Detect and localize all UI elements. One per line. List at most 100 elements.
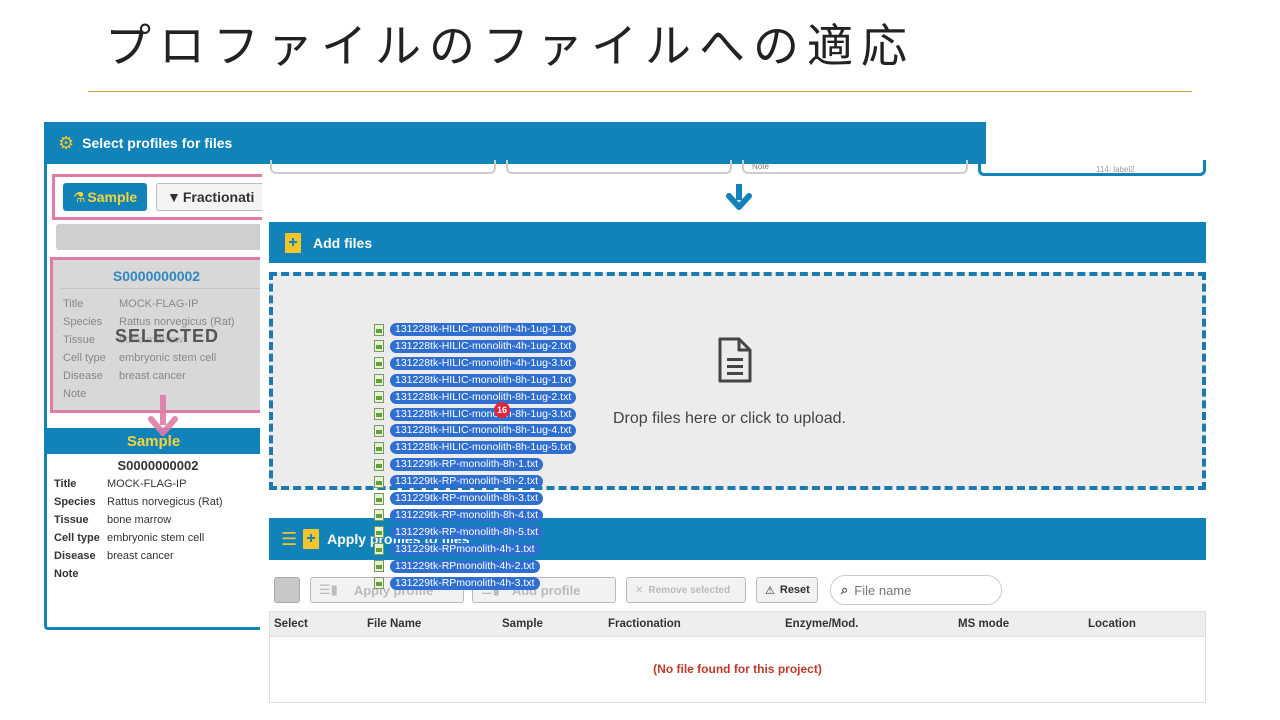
dragged-file-name: 131228tk-HILIC-monolith-8h-1ug-5.txt bbox=[390, 441, 577, 455]
dragged-file-name: 131229tk-RP-monolith-8h-4.txt bbox=[390, 508, 543, 522]
column-header[interactable]: Enzyme/Mod. bbox=[785, 618, 858, 630]
text-file-icon bbox=[374, 408, 384, 420]
drag-count-badge: 16 bbox=[494, 402, 510, 418]
select-profiles-title: Select profiles for files bbox=[82, 135, 233, 151]
column-header[interactable]: Location bbox=[1088, 618, 1136, 630]
detail-field-tissue: Tissue bone marrow bbox=[54, 514, 172, 526]
dragged-file-item: 131228tk-HILIC-monolith-4h-1ug-1.txt bbox=[374, 322, 577, 337]
file-name-search[interactable]: ⌕ File name bbox=[830, 575, 1002, 605]
column-header[interactable]: Fractionation bbox=[608, 618, 681, 630]
profile-box-1 bbox=[270, 160, 496, 174]
column-header[interactable]: File Name bbox=[367, 618, 421, 630]
text-file-icon bbox=[374, 340, 384, 353]
selected-overlay-label: SELECTED bbox=[115, 326, 220, 346]
text-file-icon bbox=[374, 475, 384, 488]
dragged-file-name: 131228tk-HILIC-monolith-8h-1ug-3.txt bbox=[390, 407, 577, 421]
text-file-icon bbox=[374, 357, 384, 370]
slide-title: プロファイルのファイルへの適応 bbox=[105, 19, 915, 73]
title-divider bbox=[88, 91, 1192, 92]
arrow-down-icon bbox=[148, 395, 178, 436]
tab-sample[interactable]: ⚗ Sample bbox=[63, 183, 147, 211]
document-icon bbox=[718, 337, 752, 383]
close-icon: ✕ bbox=[635, 584, 644, 596]
text-file-icon bbox=[374, 526, 384, 539]
arrow-down-icon bbox=[726, 184, 752, 210]
add-files-header: Add files bbox=[269, 222, 1206, 263]
note-label: Note bbox=[752, 162, 769, 171]
list-icon: ☰ bbox=[281, 528, 298, 549]
reset-button[interactable]: ⚠ Reset bbox=[756, 577, 818, 603]
dragged-file-name: 131228tk-HILIC-monolith-8h-1ug-4.txt bbox=[390, 424, 577, 438]
dragged-file-name: 131229tk-RPmonolith-4h-2.txt bbox=[390, 559, 540, 573]
dragged-file-item: 131228tk-HILIC-monolith-8h-1ug-1.txt bbox=[374, 373, 577, 388]
tab-fractionation[interactable]: ▼ Fractionati bbox=[156, 183, 262, 211]
dragged-file-name: 131229tk-RPmonolith-4h-1.txt bbox=[390, 542, 540, 556]
add-file-icon bbox=[285, 232, 301, 253]
text-file-icon bbox=[374, 560, 384, 573]
dragged-file-item: 131229tk-RP-monolith-8h-2.txt bbox=[374, 474, 543, 489]
table-header: Select File Name Sample Fractionation En… bbox=[270, 612, 1205, 637]
label-text: 114: label2 bbox=[1096, 165, 1135, 174]
filter-icon: ▼ bbox=[167, 189, 181, 205]
dragged-file-item: 131229tk-RP-monolith-8h-3.txt bbox=[374, 491, 543, 506]
detail-field-title: Title MOCK-FLAG-IP bbox=[54, 478, 187, 490]
dragged-file-item: 131228tk-HILIC-monolith-8h-1ug-2.txt bbox=[374, 390, 577, 405]
dragged-file-name: 131229tk-RP-monolith-8h-5.txt bbox=[390, 525, 543, 539]
dragged-file-item: 131229tk-RPmonolith-4h-3.txt bbox=[374, 576, 540, 591]
drop-zone-text: Drop files here or click to upload. bbox=[613, 410, 846, 427]
text-file-icon bbox=[374, 458, 384, 471]
select-all-button[interactable] bbox=[274, 577, 300, 603]
dragged-file-item: 131229tk-RP-monolith-8h-1.txt bbox=[374, 457, 543, 472]
text-file-icon bbox=[374, 441, 384, 454]
files-table: Select File Name Sample Fractionation En… bbox=[269, 611, 1206, 703]
column-header[interactable]: Select bbox=[274, 618, 308, 630]
dragged-file-name: 131229tk-RPmonolith-4h-3.txt bbox=[390, 576, 540, 590]
selected-sample-id: S0000000002 bbox=[112, 268, 201, 284]
dragged-file-name: 131228tk-HILIC-monolith-4h-1ug-2.txt bbox=[390, 339, 577, 353]
dragged-file-name: 131228tk-HILIC-monolith-8h-1ug-1.txt bbox=[390, 373, 577, 387]
text-file-icon bbox=[374, 543, 384, 556]
dragged-file-item: 131229tk-RPmonolith-4h-1.txt bbox=[374, 542, 540, 557]
flask-icon: ⚗ bbox=[72, 188, 86, 205]
card-divider bbox=[61, 288, 260, 289]
text-file-icon bbox=[374, 374, 384, 387]
search-icon: ⌕ bbox=[841, 582, 849, 597]
column-header[interactable]: MS mode bbox=[958, 618, 1009, 630]
add-files-title: Add files bbox=[313, 234, 373, 251]
select-profiles-header: ⚙ Select profiles for files bbox=[44, 122, 986, 164]
dragged-file-item: 131228tk-HILIC-monolith-8h-1ug-4.txt bbox=[374, 423, 577, 438]
profile-box-3 bbox=[742, 160, 968, 174]
card-field-title: Title MOCK-FLAG-IP bbox=[63, 298, 199, 310]
detail-field-note: Note bbox=[54, 568, 79, 580]
profile-box-2 bbox=[506, 160, 732, 174]
text-file-icon bbox=[374, 391, 384, 404]
dragged-file-item: 131228tk-HILIC-monolith-4h-1ug-2.txt bbox=[374, 339, 577, 354]
reset-label: Reset bbox=[779, 584, 810, 596]
tab-sample-label: Sample bbox=[87, 189, 138, 205]
empty-table-message: (No file found for this project) bbox=[653, 662, 822, 676]
remove-selected-button[interactable]: ✕ Remove selected bbox=[626, 577, 746, 603]
detail-field-species: Species Rattus norvegicus (Rat) bbox=[54, 496, 223, 508]
gears-icon: ⚙ bbox=[58, 132, 75, 153]
profile-box-selected bbox=[978, 160, 1206, 176]
text-file-icon bbox=[374, 492, 384, 505]
dragged-file-item: 131229tk-RPmonolith-4h-2.txt bbox=[374, 559, 540, 574]
dragged-file-name: 131229tk-RP-monolith-8h-3.txt bbox=[390, 492, 543, 505]
file-icon bbox=[303, 529, 320, 549]
text-file-icon bbox=[374, 424, 384, 437]
profile-filter-bar[interactable] bbox=[56, 224, 260, 250]
dragged-file-item: 131229tk-RP-monolith-8h-4.txt bbox=[374, 508, 543, 523]
card-field-note: Note bbox=[63, 388, 87, 400]
selected-sample-card[interactable]: S0000000002 Title MOCK-FLAG-IP Species Rat… bbox=[50, 257, 260, 413]
profile-tabs: ⚗ Sample ▼ Fractionati bbox=[52, 174, 262, 220]
dragged-file-name: 131228tk-HILIC-monolith-4h-1ug-1.txt bbox=[390, 323, 577, 336]
list-file-icon: ☰▮ bbox=[319, 582, 338, 597]
column-header[interactable]: Sample bbox=[502, 618, 543, 630]
dragged-file-item: 131228tk-HILIC-monolith-4h-1ug-3.txt bbox=[374, 356, 577, 371]
dragged-file-name: 131228tk-HILIC-monolith-8h-1ug-2.txt bbox=[390, 390, 577, 404]
dragged-file-name: 131229tk-RP-monolith-8h-2.txt bbox=[390, 475, 543, 489]
dragged-file-item: 131228tk-HILIC-monolith-8h-1ug-5.txt bbox=[374, 440, 577, 455]
sample-detail-id: S0000000002 bbox=[117, 458, 199, 473]
text-file-icon bbox=[374, 323, 384, 336]
detail-field-cell-type: Cell type embryonic stem cell bbox=[54, 532, 205, 544]
